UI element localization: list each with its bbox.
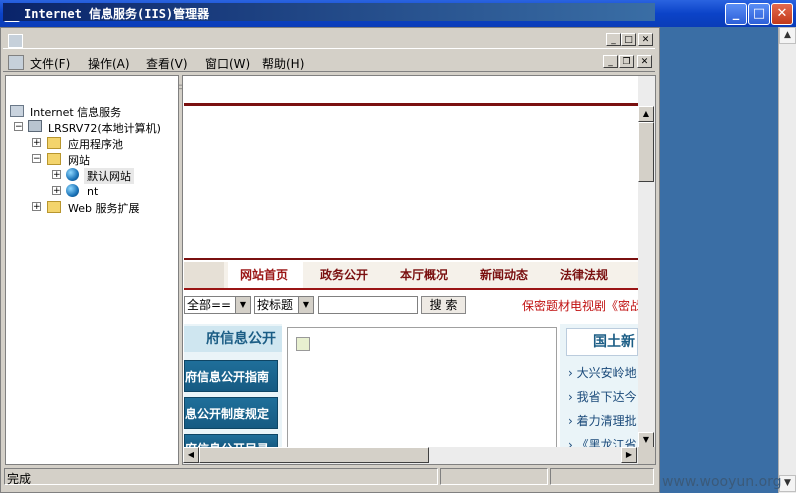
left-link-catalog[interactable]: 府信息公开目录 — [184, 434, 278, 448]
expand-icon[interactable]: + — [52, 170, 61, 180]
title-select[interactable]: 按标题 ▼ — [254, 296, 314, 314]
content-horizontal-scrollbar[interactable]: ◀ ▶ — [183, 447, 638, 464]
nav-law[interactable]: 法律法规 — [560, 266, 608, 283]
left-link-guide[interactable]: 府信息公开指南 — [184, 360, 278, 392]
tree-item-web-extensions[interactable]: Web 服务扩展 — [68, 200, 139, 216]
desktop-vertical-scrollbar[interactable]: ▲ ▼ — [778, 27, 796, 493]
vertical-scroll-thumb[interactable] — [638, 122, 654, 182]
chevron-down-icon: ▼ — [235, 297, 250, 313]
window-minimize-button[interactable]: _ — [606, 33, 621, 46]
search-input[interactable] — [318, 296, 418, 314]
chevron-down-icon: ▼ — [298, 297, 313, 313]
content-vertical-scrollbar[interactable]: ▲ ▼ — [638, 76, 655, 448]
minimize-icon: _ — [732, 6, 740, 21]
header-line — [184, 103, 638, 106]
computer-icon — [28, 120, 42, 132]
scroll-down-arrow-icon[interactable]: ▼ — [779, 475, 796, 492]
nav-gov-open[interactable]: 政务公开 — [320, 266, 368, 283]
nav-top-line — [184, 258, 638, 260]
title-select-value: 按标题 — [257, 298, 294, 312]
window-close-button[interactable]: ✕ — [638, 33, 653, 46]
close-icon: ✕ — [776, 6, 788, 21]
category-select-value: 全部== — [187, 298, 232, 312]
left-column-header: 府信息公开 — [184, 326, 282, 352]
tree-item-computer[interactable]: LRSRV72(本地计算机) — [48, 120, 161, 136]
status-text: 完成 — [7, 472, 32, 486]
scroll-down-arrow-icon[interactable]: ▼ — [638, 432, 654, 448]
news-item-text: 我省下达今 — [576, 390, 637, 404]
close-icon: ✕ — [641, 35, 650, 45]
news-item-text: 着力清理批 — [576, 414, 637, 428]
status-panel-2 — [440, 468, 548, 485]
horizontal-scroll-thumb[interactable] — [199, 447, 429, 463]
toolbar — [3, 48, 655, 72]
nav-home[interactable]: 网站首页 — [240, 266, 288, 283]
right-column-header: 国土新 — [566, 328, 638, 356]
scroll-up-arrow-icon[interactable]: ▲ — [638, 106, 654, 122]
iis-window-title: Internet 信息服务(IIS)管理器 — [24, 7, 210, 21]
collapse-icon[interactable]: − — [32, 154, 41, 164]
news-item-text: 大兴安岭地 — [576, 366, 637, 380]
globe-icon — [66, 184, 79, 197]
news-item[interactable]: › 着力清理批 — [568, 412, 637, 429]
marquee-text[interactable]: 保密题材电视剧《密战 — [522, 297, 642, 314]
iis-root-icon — [10, 105, 24, 117]
tree-item-app-pools[interactable]: 应用程序池 — [68, 136, 123, 152]
broken-image-icon — [296, 337, 310, 351]
expand-icon[interactable]: + — [32, 202, 41, 212]
nav-left-block — [184, 262, 224, 288]
minimize-icon: _ — [611, 35, 616, 45]
nav-news[interactable]: 新闻动态 — [480, 266, 528, 283]
expand-icon[interactable]: + — [52, 186, 61, 196]
scroll-up-arrow-icon[interactable]: ▲ — [779, 27, 796, 44]
search-button[interactable]: 搜 索 — [421, 296, 466, 314]
iis-app-icon — [8, 34, 23, 48]
bullet-icon: › — [568, 414, 573, 428]
close-button[interactable]: ✕ — [771, 3, 793, 25]
category-select[interactable]: 全部== ▼ — [184, 296, 251, 314]
center-image-frame — [287, 327, 557, 450]
collapse-icon[interactable]: − — [14, 122, 23, 132]
tree-item-root[interactable]: Internet 信息服务 — [30, 104, 121, 120]
news-item[interactable]: › 大兴安岭地 — [568, 364, 637, 381]
scroll-corner — [638, 447, 655, 464]
watermark: www.wooyun.org — [662, 474, 782, 490]
status-panel-3 — [550, 468, 654, 485]
folder-icon — [47, 153, 61, 165]
news-item[interactable]: › 我省下达今 — [568, 388, 637, 405]
scroll-right-arrow-icon[interactable]: ▶ — [621, 447, 637, 463]
globe-icon — [66, 168, 79, 181]
tree-item-default-site[interactable]: 默认网站 — [84, 168, 134, 184]
desktop-background — [660, 27, 796, 493]
status-panel-main: 完成 — [4, 468, 438, 486]
folder-icon — [47, 137, 61, 149]
tree-item-websites[interactable]: 网站 — [68, 152, 90, 168]
nav-about[interactable]: 本厅概况 — [400, 266, 448, 283]
expand-icon[interactable]: + — [32, 138, 41, 148]
minimize-button[interactable]: _ — [725, 3, 747, 25]
bullet-icon: › — [568, 390, 573, 404]
window-maximize-button[interactable]: □ — [621, 33, 636, 46]
maximize-button[interactable]: □ — [748, 3, 770, 25]
maximize-icon: □ — [752, 6, 766, 21]
maximize-icon: □ — [624, 35, 633, 45]
tree-item-nt[interactable]: nt — [87, 185, 98, 198]
scroll-left-arrow-icon[interactable]: ◀ — [183, 447, 199, 463]
bullet-icon: › — [568, 366, 573, 380]
folder-icon — [47, 201, 61, 213]
left-link-rules[interactable]: 息公开制度规定 — [184, 397, 278, 429]
